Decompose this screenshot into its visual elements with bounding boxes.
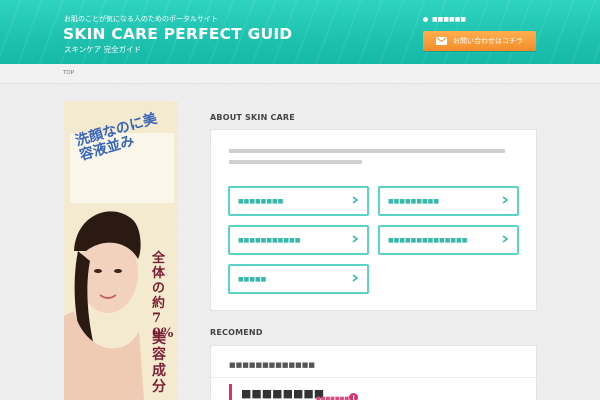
recommend-item-note: ■■■■■■■ bbox=[316, 396, 350, 400]
recommend-heading: RECOMEND bbox=[210, 328, 263, 337]
badge-icon bbox=[349, 393, 358, 400]
divider bbox=[211, 377, 538, 378]
tile-label: ■■■■■■■■■■■■■■ bbox=[388, 236, 468, 244]
chevron-right-icon bbox=[352, 274, 359, 282]
contact-button-label: お問い合わせはコチラ bbox=[453, 37, 523, 45]
description-line bbox=[229, 160, 362, 164]
site-subtitle: スキンケア 完全ガイド bbox=[64, 45, 142, 54]
link-tile[interactable]: ■■■■■■■■■ bbox=[378, 186, 519, 216]
mail-icon bbox=[436, 37, 447, 45]
banner-caption: 美容成分 bbox=[152, 331, 166, 395]
link-tile[interactable]: ■■■■■■■■■■■■■■ bbox=[378, 225, 519, 255]
breadcrumb: TOP bbox=[0, 64, 600, 84]
chevron-right-icon bbox=[502, 235, 509, 243]
site-title[interactable]: SKIN CARE PERFECT GUID bbox=[63, 25, 292, 43]
link-tile[interactable]: ■■■■■■■■ bbox=[228, 186, 369, 216]
recommend-item-title[interactable]: ■■■■■■■■ bbox=[241, 387, 324, 400]
contact-button[interactable]: お問い合わせはコチラ bbox=[423, 31, 536, 51]
about-card: ■■■■■■■■ ■■■■■■■■■ ■■■■■■■■■■■ ■■■■■■■■■… bbox=[210, 129, 537, 311]
tile-label: ■■■■■■■■■ bbox=[388, 197, 440, 205]
header-link-label: ■■■■■■ bbox=[432, 16, 467, 23]
bullet-icon bbox=[423, 17, 428, 22]
sidebar-ad-banner[interactable]: 洗顔なのに美容液並み 全体の約70% 美容成分 bbox=[64, 101, 178, 400]
site-header: お肌のことが気になる人のためのポータルサイト SKIN CARE PERFECT… bbox=[0, 0, 600, 64]
link-tile[interactable]: ■■■■■ bbox=[228, 264, 369, 294]
about-heading: ABOUT SKIN CARE bbox=[210, 113, 295, 122]
chevron-right-icon bbox=[502, 196, 509, 204]
recommend-title: ■■■■■■■■■■■■■ bbox=[229, 361, 315, 369]
tile-label: ■■■■■■■■ bbox=[238, 197, 284, 205]
accent-stripe bbox=[229, 384, 232, 400]
breadcrumb-top[interactable]: TOP bbox=[63, 70, 74, 76]
chevron-right-icon bbox=[352, 196, 359, 204]
tile-label: ■■■■■■■■■■■ bbox=[238, 236, 301, 244]
chevron-right-icon bbox=[352, 235, 359, 243]
banner-stat: 全体の約70% bbox=[152, 251, 174, 341]
link-tile[interactable]: ■■■■■■■■■■■ bbox=[228, 225, 369, 255]
site-tagline: お肌のことが気になる人のためのポータルサイト bbox=[64, 15, 218, 23]
header-link[interactable]: ■■■■■■ bbox=[423, 16, 466, 23]
recommend-card: ■■■■■■■■■■■■■ ■■■■■■■■ ■■■■■■■ bbox=[210, 345, 538, 400]
tile-label: ■■■■■ bbox=[238, 275, 267, 283]
description-line bbox=[229, 149, 505, 153]
